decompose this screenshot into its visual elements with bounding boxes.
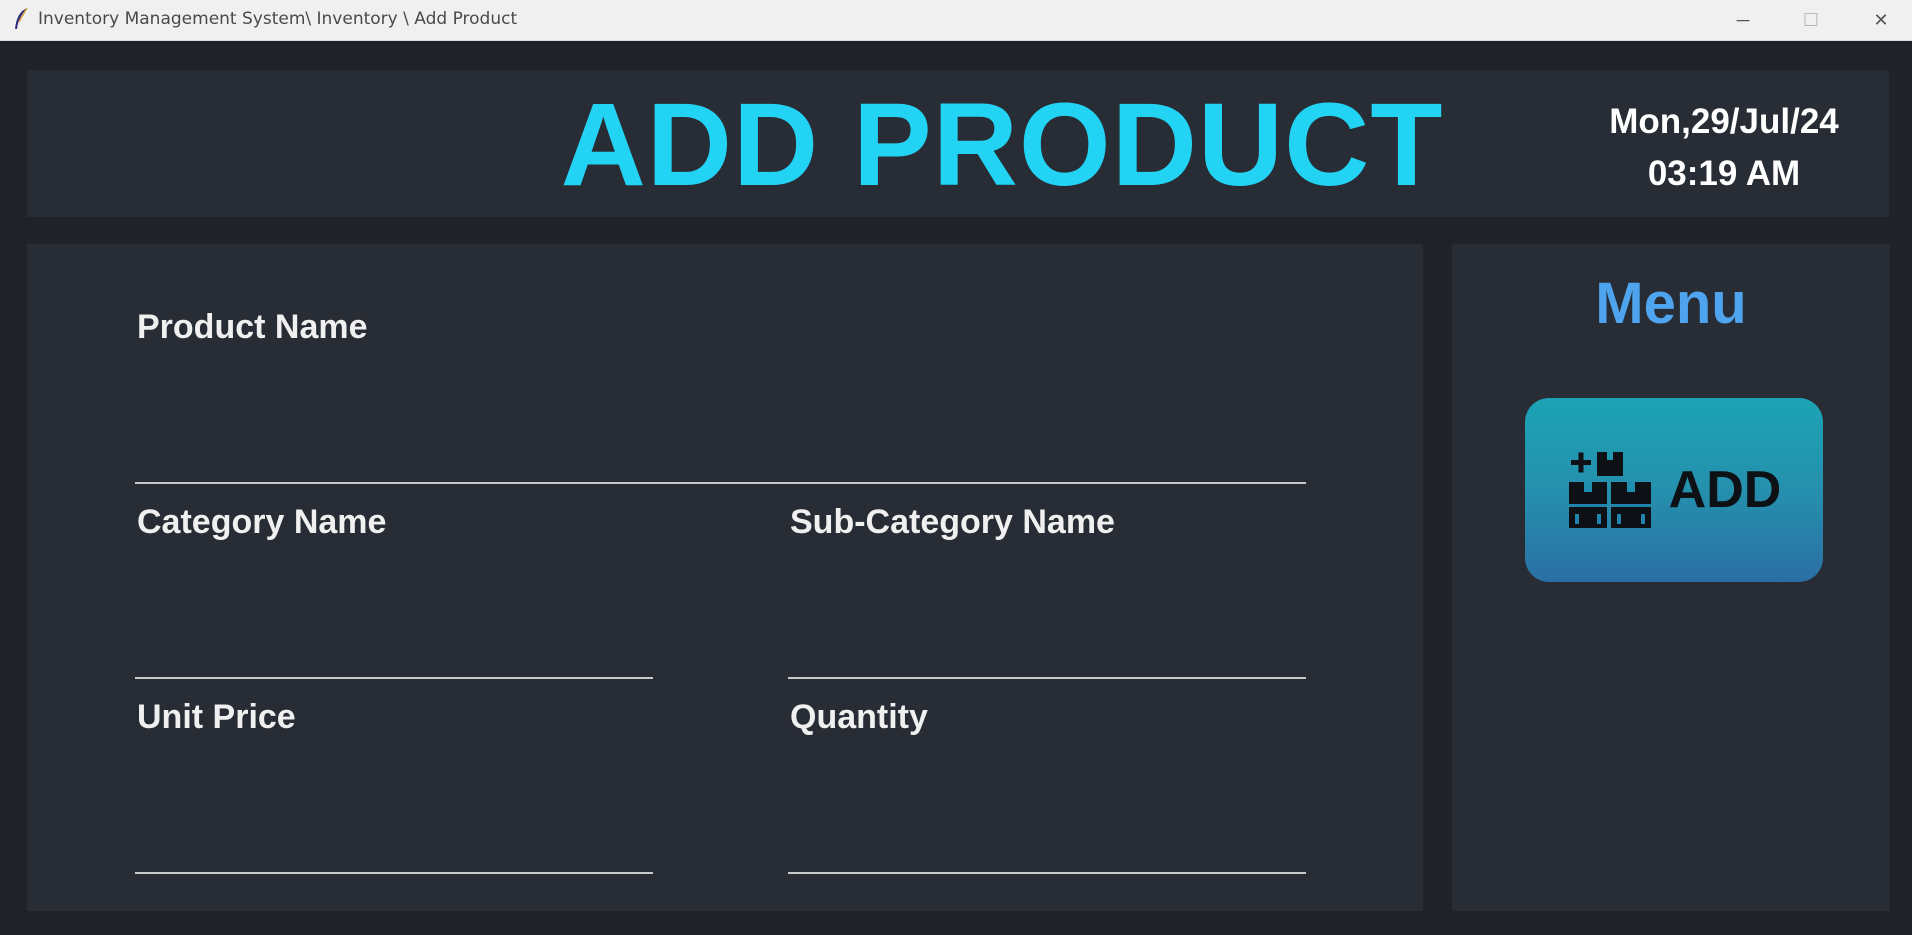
- product-form: Product Name Category Name Sub-Category …: [27, 244, 1423, 911]
- minimize-button[interactable]: ─: [1708, 0, 1778, 41]
- unit-price-label: Unit Price: [137, 698, 296, 736]
- add-button-label: ADD: [1668, 461, 1782, 519]
- datetime-display: Mon,29/Jul/24 03:19 AM: [1539, 96, 1909, 200]
- window-title: Inventory Management System\ Inventory \…: [38, 9, 518, 29]
- quantity-label: Quantity: [790, 698, 928, 736]
- quantity-input[interactable]: [788, 828, 1306, 874]
- product-name-input[interactable]: [135, 438, 1306, 484]
- menu-title: Menu: [1595, 271, 1747, 336]
- unit-price-input[interactable]: [135, 828, 653, 874]
- date-text: Mon,29/Jul/24: [1609, 102, 1839, 141]
- time-text: 03:19 AM: [1647, 154, 1801, 193]
- menu-panel: Menu ADD: [1452, 244, 1890, 911]
- window-titlebar: Inventory Management System\ Inventory \…: [0, 0, 1912, 41]
- feather-icon: [15, 7, 28, 29]
- close-button[interactable]: ✕: [1846, 0, 1912, 41]
- add-product-button[interactable]: ADD: [1525, 398, 1823, 582]
- maximize-button[interactable]: ☐: [1776, 0, 1846, 41]
- product-name-label: Product Name: [137, 308, 368, 346]
- sub-category-name-label: Sub-Category Name: [790, 503, 1115, 541]
- add-boxes-icon: [1568, 452, 1651, 528]
- header-panel: ADD PRODUCT Mon,29/Jul/24 03:19 AM: [27, 70, 1889, 217]
- sub-category-name-input[interactable]: [788, 633, 1306, 679]
- category-name-label: Category Name: [137, 503, 387, 541]
- category-name-input[interactable]: [135, 633, 653, 679]
